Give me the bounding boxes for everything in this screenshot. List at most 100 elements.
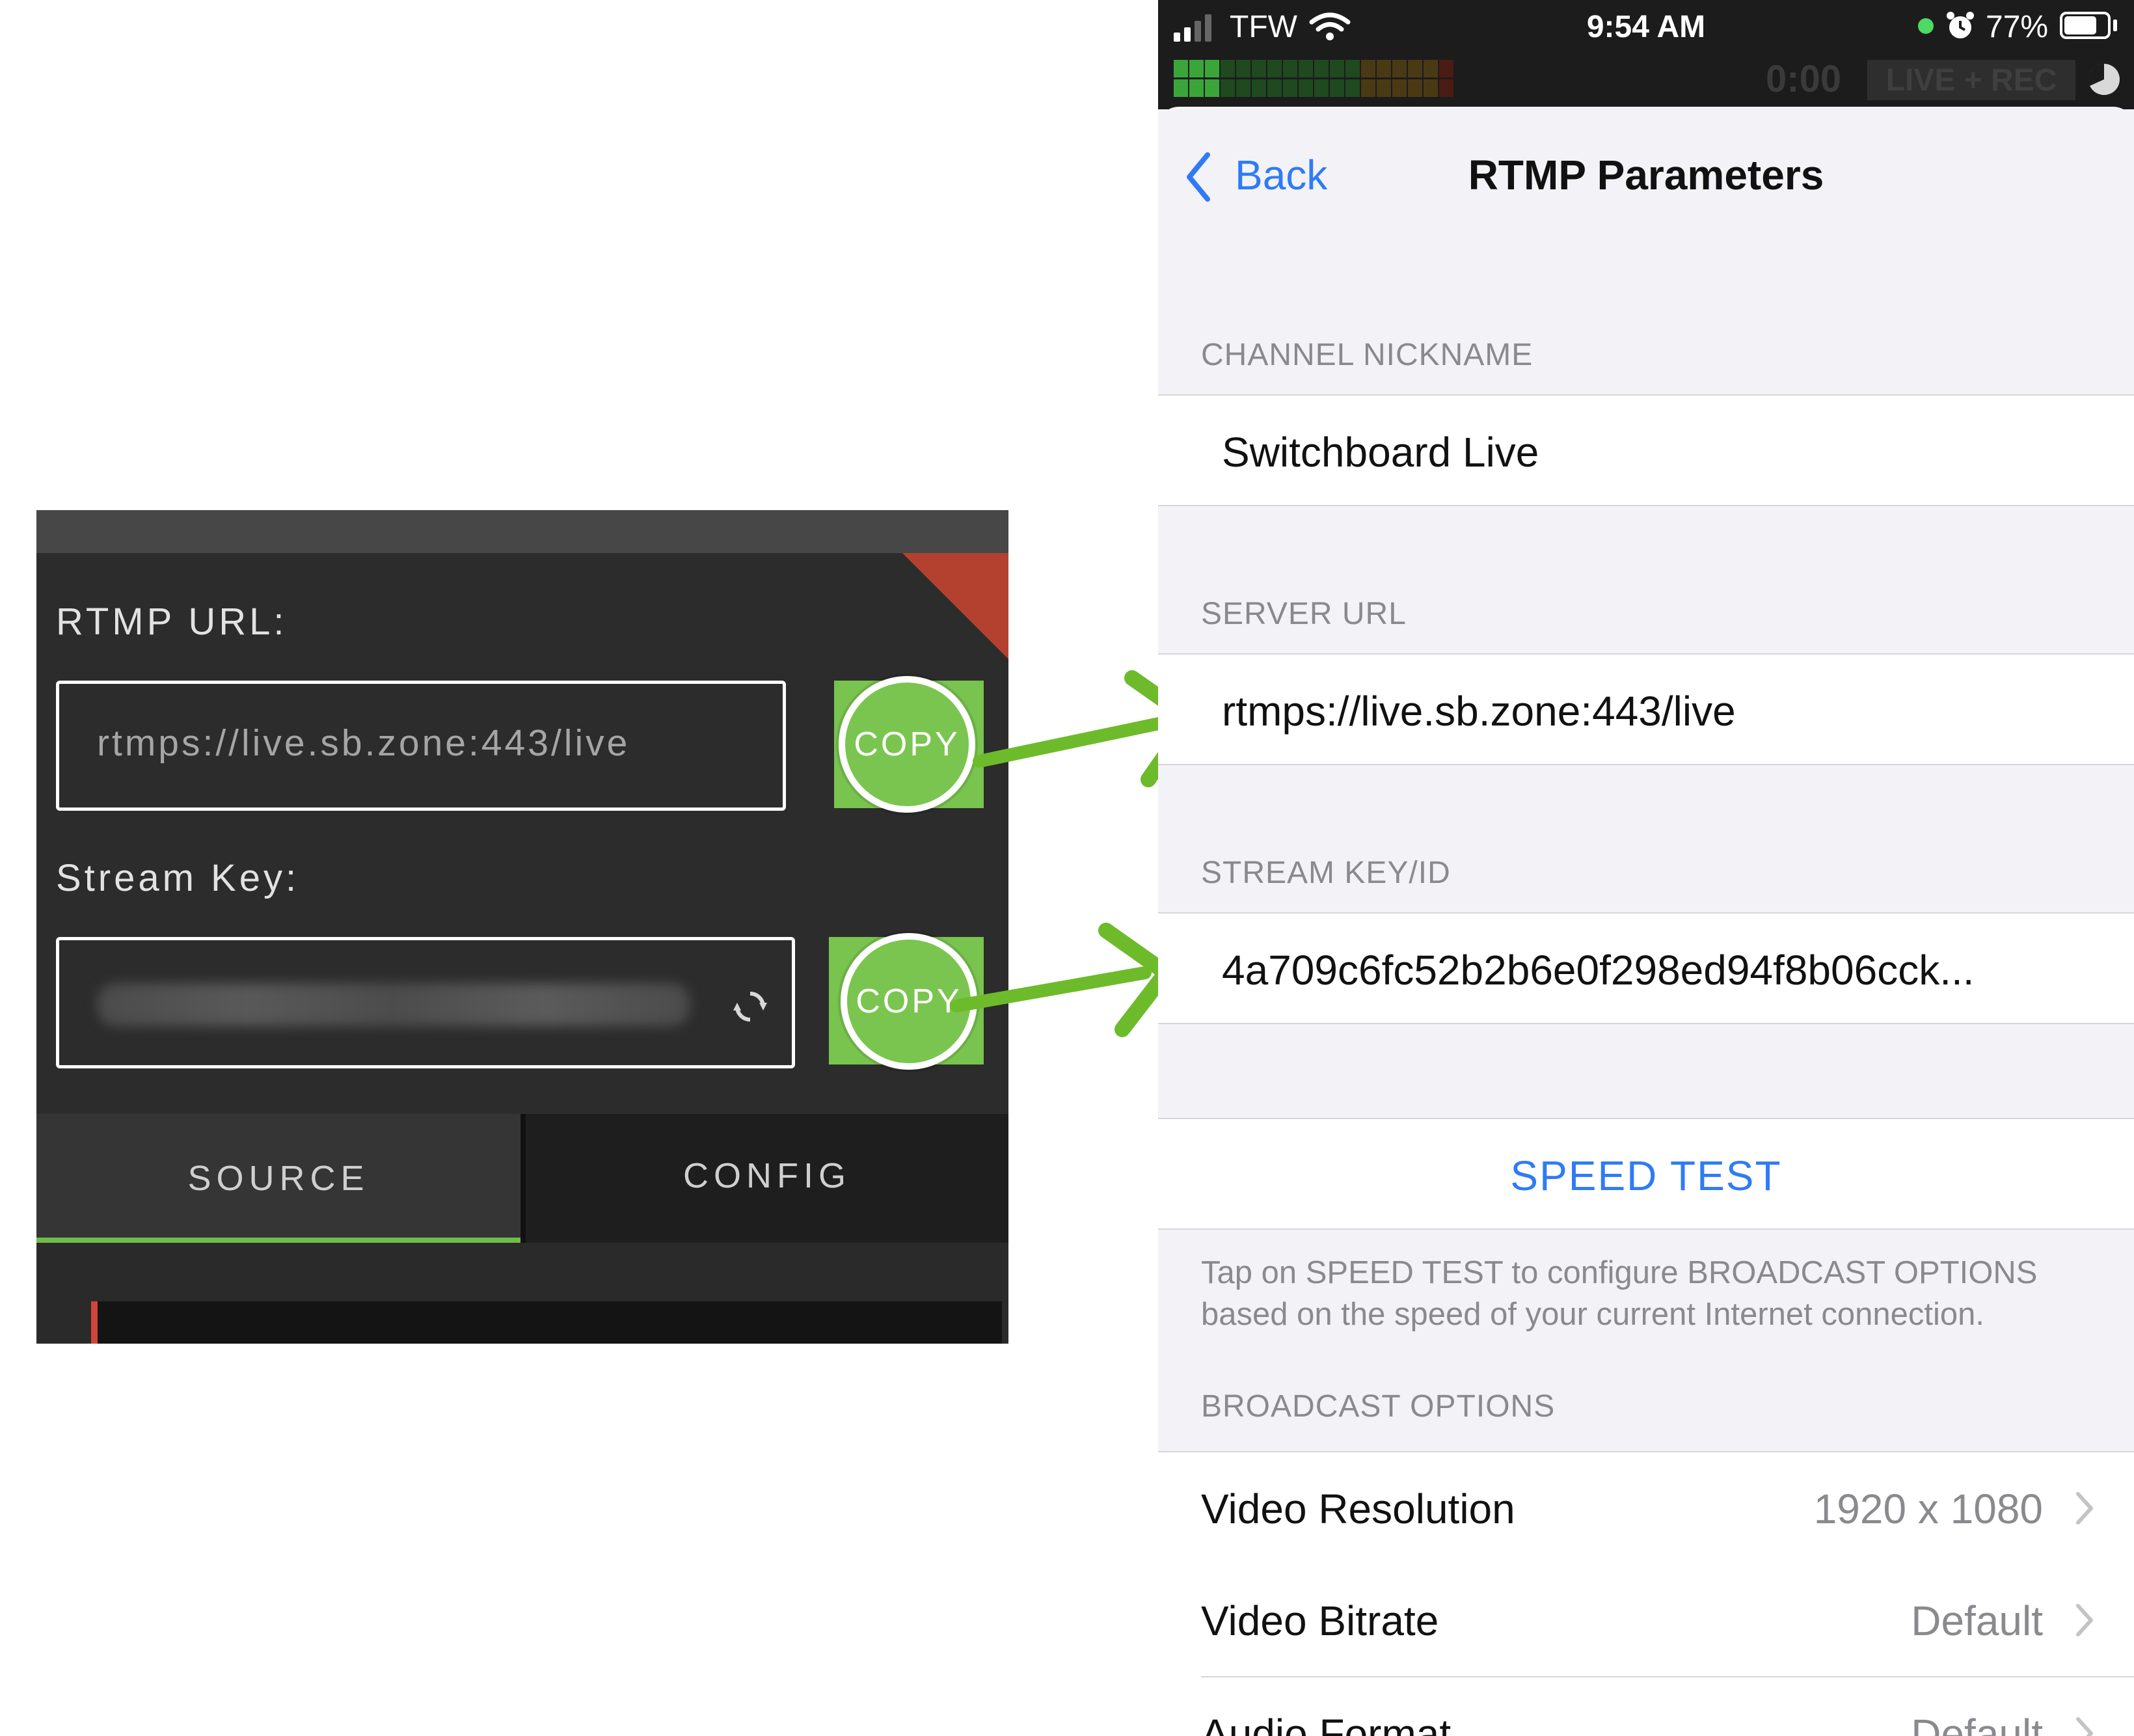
panel-top-bar bbox=[36, 510, 1008, 553]
ios-rtmp-parameters-screen: TFW 9:54 AM 77% 0:00 LIVE + REC Back RTM… bbox=[1158, 0, 2134, 1736]
rtmp-url-label: RTMP URL: bbox=[56, 601, 288, 643]
meter-segment bbox=[1361, 79, 1375, 97]
server-url-value: rtmps://live.sb.zone:443/live bbox=[1222, 688, 1736, 735]
option-value: Default bbox=[1911, 1597, 2043, 1644]
channel-nickname-cell[interactable]: Switchboard Live bbox=[1158, 394, 2134, 506]
tab-divider bbox=[520, 1114, 526, 1243]
meter-segment bbox=[1361, 60, 1375, 77]
active-tab-indicator bbox=[36, 1238, 520, 1243]
corner-badge bbox=[902, 553, 1008, 659]
server-url-header: SERVER URL bbox=[1201, 597, 1407, 631]
option-label: Video Resolution bbox=[1201, 1485, 1515, 1532]
panel-content-area bbox=[36, 1243, 1008, 1344]
stream-key-header: STREAM KEY/ID bbox=[1201, 856, 1451, 890]
meter-segment bbox=[1283, 79, 1297, 97]
option-video-resolution[interactable]: Video Resolution 1920 x 1080 bbox=[1158, 1451, 2134, 1566]
meter-segment bbox=[1392, 79, 1407, 97]
broadcast-timer: 0:00 bbox=[1766, 58, 1842, 100]
rtmp-url-value: rtmps://live.sb.zone:443/live bbox=[97, 722, 630, 764]
live-rec-badge[interactable]: LIVE + REC bbox=[1867, 60, 2075, 100]
meter-segment bbox=[1252, 79, 1266, 97]
meter-segment bbox=[1189, 60, 1204, 77]
mic-indicator-icon bbox=[1918, 18, 1934, 34]
meter-segment bbox=[1236, 79, 1250, 97]
pie-status-icon[interactable] bbox=[2085, 60, 2124, 99]
copy-rtmp-url-highlight: COPY bbox=[839, 676, 975, 813]
meter-segment bbox=[1221, 79, 1235, 97]
meter-segment bbox=[1267, 60, 1282, 77]
meter-segment bbox=[1345, 60, 1360, 77]
option-video-bitrate[interactable]: Video Bitrate Default bbox=[1158, 1564, 2134, 1677]
option-value: 1920 x 1080 bbox=[1813, 1485, 2043, 1532]
meter-segment bbox=[1439, 60, 1453, 77]
option-label: Video Bitrate bbox=[1201, 1597, 1439, 1644]
meter-segment bbox=[1377, 60, 1391, 77]
meter-segment bbox=[1267, 79, 1282, 97]
meter-segment bbox=[1408, 60, 1422, 77]
copy-stream-key-label: COPY bbox=[856, 983, 962, 1020]
copy-rtmp-url-label: COPY bbox=[854, 726, 960, 763]
meter-segment bbox=[1236, 60, 1250, 77]
chevron-right-icon bbox=[2076, 1717, 2093, 1736]
meter-segment bbox=[1299, 60, 1313, 77]
chevron-right-icon bbox=[2076, 1492, 2093, 1525]
meter-segment bbox=[1221, 60, 1235, 77]
meter-segment bbox=[1299, 79, 1313, 97]
meter-segment bbox=[1330, 79, 1344, 97]
meter-segment bbox=[1424, 60, 1438, 77]
rtmp-url-field[interactable]: rtmps://live.sb.zone:443/live bbox=[56, 681, 786, 811]
panel-tabs: SOURCE CONFIG bbox=[36, 1114, 1008, 1243]
settings-sheet: Back RTMP Parameters CHANNEL NICKNAME Sw… bbox=[1158, 107, 2134, 1736]
server-url-cell[interactable]: rtmps://live.sb.zone:443/live bbox=[1158, 653, 2134, 765]
meter-segment bbox=[1314, 79, 1329, 97]
meter-segment bbox=[1252, 60, 1266, 77]
meter-segment bbox=[1189, 79, 1204, 97]
stream-key-cell[interactable]: 4a709c6fc52b2b6e0f298ed94f8b06cck... bbox=[1158, 912, 2134, 1024]
stream-key-redacted bbox=[97, 983, 690, 1026]
battery-tip bbox=[2113, 20, 2117, 31]
tab-source[interactable]: SOURCE bbox=[36, 1114, 520, 1243]
copy-stream-key-highlight: COPY bbox=[841, 933, 977, 1070]
chevron-right-icon bbox=[2076, 1604, 2093, 1636]
option-value: Default bbox=[1911, 1711, 2043, 1736]
option-audio-format[interactable]: Audio Format Default bbox=[1158, 1677, 2134, 1736]
meter-segment bbox=[1439, 79, 1453, 97]
speed-test-cell[interactable]: SPEED TEST bbox=[1158, 1118, 2134, 1230]
copy-rtmp-url-button[interactable]: COPY bbox=[834, 676, 984, 813]
battery-icon bbox=[2060, 12, 2111, 39]
meter-segment bbox=[1424, 79, 1438, 97]
audio-level-meter bbox=[1174, 60, 1453, 97]
battery-percent: 77% bbox=[1986, 10, 2049, 44]
meter-segment bbox=[1283, 60, 1297, 77]
meter-segment bbox=[1174, 60, 1188, 77]
meter-segment bbox=[1345, 79, 1360, 97]
option-label: Audio Format bbox=[1201, 1711, 1452, 1736]
channel-nickname-header: CHANNEL NICKNAME bbox=[1201, 338, 1533, 372]
meter-segment bbox=[1205, 79, 1219, 97]
channel-nickname-value: Switchboard Live bbox=[1222, 429, 1539, 476]
copy-stream-key-button[interactable]: COPY bbox=[829, 933, 984, 1070]
live-rec-label: LIVE + REC bbox=[1885, 62, 2057, 98]
battery-fill bbox=[2064, 16, 2096, 34]
speed-test-button[interactable]: SPEED TEST bbox=[1158, 1152, 2134, 1200]
meter-segment bbox=[1408, 79, 1422, 97]
meter-segment bbox=[1174, 79, 1188, 97]
meter-segment bbox=[1330, 60, 1344, 77]
alarm-icon bbox=[1947, 12, 1974, 38]
stream-key-label: Stream Key: bbox=[56, 857, 300, 899]
tab-config[interactable]: CONFIG bbox=[526, 1114, 1008, 1238]
tab-config-label: CONFIG bbox=[683, 1156, 851, 1195]
source-list-box bbox=[91, 1301, 1002, 1344]
status-bar: TFW 9:54 AM 77% 0:00 LIVE + REC bbox=[1158, 0, 2134, 109]
refresh-icon[interactable] bbox=[729, 986, 771, 1027]
meter-segment bbox=[1314, 60, 1329, 77]
meter-segment bbox=[1205, 60, 1219, 77]
switchboard-web-panel: RTMP URL: rtmps://live.sb.zone:443/live … bbox=[36, 510, 1008, 1344]
meter-segment bbox=[1377, 79, 1391, 97]
meter-segment bbox=[1392, 60, 1407, 77]
stream-key-value: 4a709c6fc52b2b6e0f298ed94f8b06cck... bbox=[1222, 947, 1975, 994]
speed-test-note: Tap on SPEED TEST to configure BROADCAST… bbox=[1201, 1255, 2038, 1332]
broadcast-options-header: BROADCAST OPTIONS bbox=[1201, 1389, 1556, 1424]
stream-key-field[interactable] bbox=[56, 937, 795, 1068]
nav-title: RTMP Parameters bbox=[1468, 152, 1824, 198]
